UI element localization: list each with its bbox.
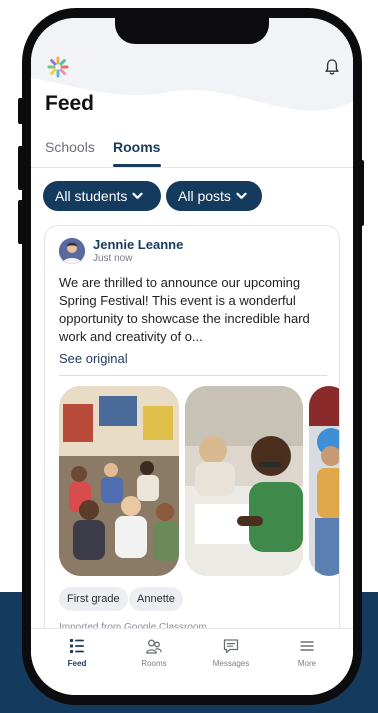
nav-messages[interactable]: Messages: [199, 637, 263, 668]
nav-feed[interactable]: Feed: [45, 637, 109, 668]
post-photo[interactable]: [59, 386, 179, 576]
chevron-down-icon: [236, 192, 247, 199]
phone-screen: Feed Schools Rooms All students All post…: [31, 18, 353, 695]
bottom-navigation: Feed Rooms Messages More: [31, 628, 353, 695]
tab-rooms[interactable]: Rooms: [113, 139, 160, 155]
post-body: We are thrilled to announce our upcoming…: [59, 275, 310, 344]
phone-notch: [115, 18, 269, 44]
tab-schools[interactable]: Schools: [45, 139, 95, 155]
nav-feed-label: Feed: [67, 659, 87, 668]
feed-tabs: Schools Rooms: [31, 136, 353, 168]
post-photo[interactable]: [309, 386, 339, 576]
card-divider: [59, 375, 327, 376]
avatar[interactable]: [59, 238, 85, 264]
tabs-divider: [31, 167, 353, 168]
post-photo[interactable]: [185, 386, 303, 576]
nav-rooms-label: Rooms: [141, 659, 167, 668]
page-title: Feed: [45, 92, 95, 115]
students-filter-dropdown[interactable]: All students: [43, 181, 161, 211]
chevron-down-icon: [132, 192, 143, 199]
tag-chip[interactable]: Annette: [129, 587, 183, 611]
nav-more-label: More: [297, 659, 317, 668]
post-card: Jennie Leanne Just now We are thrilled t…: [44, 225, 340, 655]
students-filter-label: All students: [55, 188, 128, 204]
bell-icon[interactable]: [324, 58, 340, 76]
feed-list-icon: [70, 639, 84, 653]
tag-chip[interactable]: First grade: [59, 587, 128, 611]
post-timestamp: Just now: [93, 253, 133, 264]
nav-messages-label: Messages: [212, 659, 250, 668]
rooms-people-icon: [146, 639, 162, 654]
see-original-link[interactable]: See original: [59, 351, 128, 366]
sparkle-logo-icon: [47, 56, 69, 78]
post-author[interactable]: Jennie Leanne: [93, 237, 183, 252]
posts-filter-dropdown[interactable]: All posts: [166, 181, 262, 211]
nav-more[interactable]: More: [275, 637, 339, 668]
nav-rooms[interactable]: Rooms: [122, 637, 186, 668]
messages-icon: [223, 639, 239, 654]
posts-filter-label: All posts: [178, 188, 231, 204]
menu-icon: [300, 641, 314, 651]
